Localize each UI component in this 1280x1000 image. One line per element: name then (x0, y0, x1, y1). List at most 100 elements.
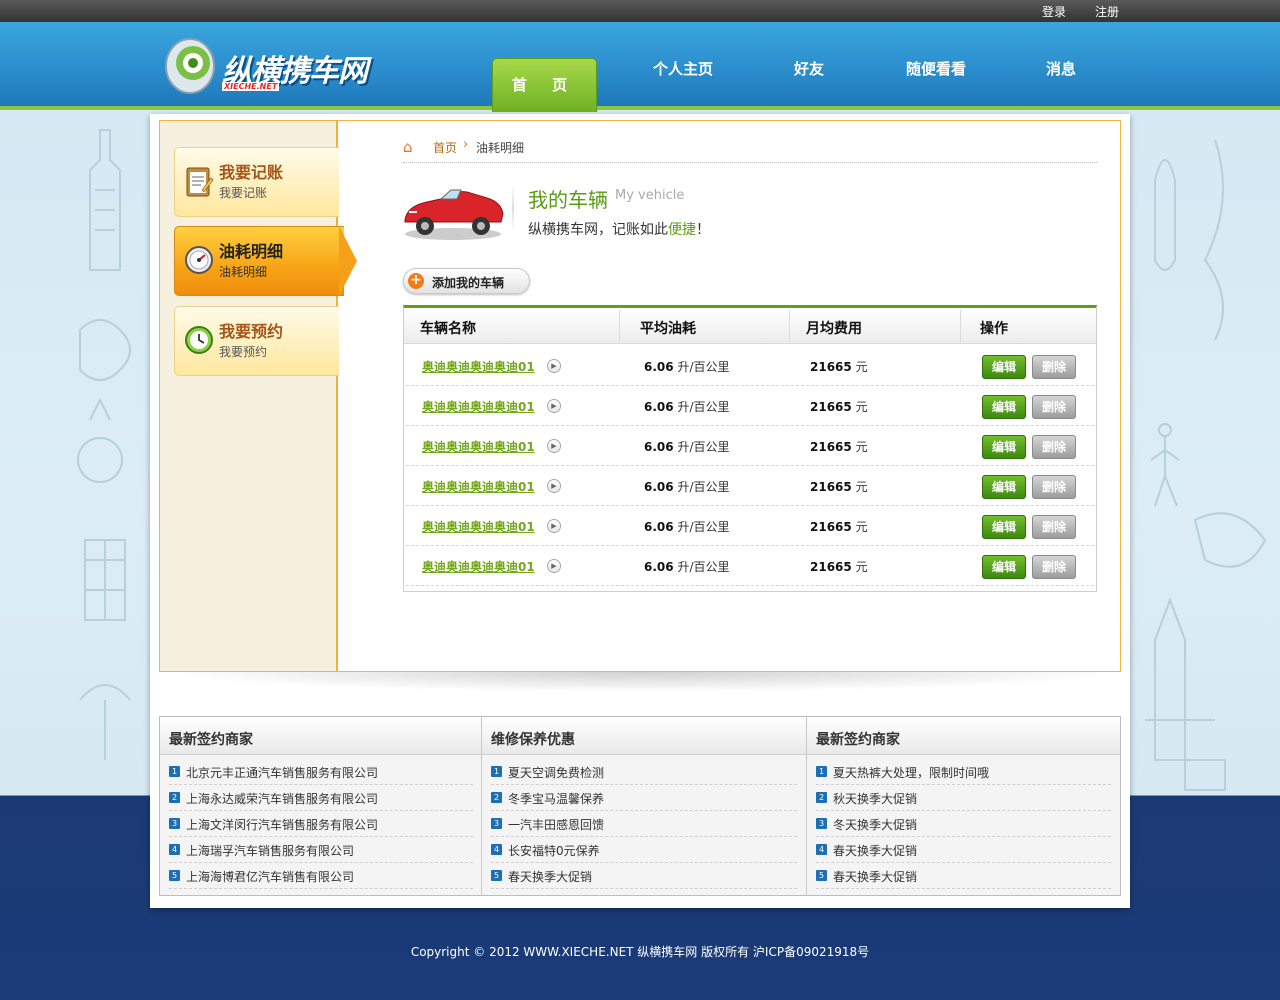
list-number-badge: 2 (491, 792, 502, 803)
avg-fuel-value: 6.06 (644, 400, 674, 414)
list-item-text: 夏天热裤大处理，限制时间哦 (833, 766, 990, 780)
breadcrumb-home-link[interactable]: 首页 (433, 139, 457, 156)
avg-fuel-unit: 升/百公里 (677, 440, 730, 454)
vehicle-name-link[interactable]: 奥迪奥迪奥迪奥迪01 (422, 518, 535, 535)
list-item-text: 冬季宝马温馨保养 (508, 792, 605, 806)
table-header: 车辆名称 平均油耗 月均费用 操作 (404, 308, 1096, 344)
list-item[interactable]: 1 夏天热裤大处理，限制时间哦 (816, 759, 1111, 785)
list-item-text: 长安福特0元保养 (508, 844, 600, 858)
logo-swirl-icon (165, 38, 215, 94)
list-item[interactable]: 3 上海文洋闵行汽车销售服务有限公司 (169, 811, 473, 837)
list-item[interactable]: 5 春天换季大促销 (491, 863, 797, 889)
sidebar-item-fuel-detail[interactable]: 油耗明细 油耗明细 (174, 226, 344, 296)
list-item-text: 春天换季大促销 (508, 870, 593, 884)
panel-header: 最新签约商家 (160, 717, 482, 755)
avg-fuel-value: 6.06 (644, 440, 674, 454)
list-item-text: 上海文洋闵行汽车销售服务有限公司 (186, 818, 379, 832)
list-item[interactable]: 5 春天换季大促销 (816, 863, 1111, 889)
table-row: 奥迪奥迪奥迪奥迪01 ▶ 6.06 升/百公里 21665 元 编辑 删除 (406, 466, 1094, 506)
column-divider (619, 310, 620, 342)
list-item[interactable]: 4 上海瑞孚汽车销售服务有限公司 (169, 837, 473, 863)
delete-button[interactable]: 删除 (1032, 515, 1076, 539)
vehicle-name-link[interactable]: 奥迪奥迪奥迪奥迪01 (422, 438, 535, 455)
arrow-right-icon[interactable]: ▶ (547, 559, 561, 573)
delete-button[interactable]: 删除 (1032, 555, 1076, 579)
delete-button[interactable]: 删除 (1032, 435, 1076, 459)
monthly-cost-value: 21665 (810, 520, 852, 534)
panel-title: 维修保养优惠 (491, 732, 575, 748)
vehicle-name-link[interactable]: 奥迪奥迪奥迪奥迪01 (422, 478, 535, 495)
sidebar-item-appointment[interactable]: 我要预约 我要预约 (174, 306, 339, 376)
nav-friends[interactable]: 好友 (780, 58, 838, 79)
bottom-panels: 最新签约商家 1 北京元丰正通汽车销售服务有限公司 2 上海永达威荣汽车销售服务有限公… (159, 716, 1121, 896)
avg-fuel: 6.06 升/百公里 (644, 518, 729, 535)
monthly-cost-unit: 元 (855, 440, 868, 454)
vehicle-table: 车辆名称 平均油耗 月均费用 操作 奥迪奥迪奥迪奥迪01 ▶ 6.06 升/百公里 2… (403, 305, 1097, 592)
vehicle-name-link[interactable]: 奥迪奥迪奥迪奥迪01 (422, 558, 535, 575)
edit-button[interactable]: 编辑 (982, 355, 1026, 379)
edit-button[interactable]: 编辑 (982, 395, 1026, 419)
nav-messages[interactable]: 消息 (1032, 58, 1090, 79)
list-number-badge: 2 (816, 792, 827, 803)
clock-icon (185, 326, 213, 354)
list-item-text: 秋天换季大促销 (833, 792, 918, 806)
avg-fuel-unit: 升/百公里 (677, 480, 730, 494)
edit-button[interactable]: 编辑 (982, 435, 1026, 459)
list-item-text: 一汽丰田感恩回馈 (508, 818, 605, 832)
avg-fuel: 6.06 升/百公里 (644, 438, 729, 455)
sidebar-item-bookkeeping[interactable]: 我要记账 我要记账 (174, 147, 339, 217)
list-number-badge: 3 (816, 818, 827, 829)
edit-button[interactable]: 编辑 (982, 515, 1026, 539)
monthly-cost: 21665 元 (810, 398, 868, 415)
nav-profile[interactable]: 个人主页 (640, 58, 726, 79)
arrow-right-icon[interactable]: ▶ (547, 359, 561, 373)
page-subtitle: My vehicle (615, 188, 685, 203)
arrow-right-icon[interactable]: ▶ (547, 519, 561, 533)
edit-button[interactable]: 编辑 (982, 555, 1026, 579)
avg-fuel-value: 6.06 (644, 360, 674, 374)
table-row: 奥迪奥迪奥迪奥迪01 ▶ 6.06 升/百公里 21665 元 编辑 删除 (406, 426, 1094, 466)
logo-domain: XIECHE.NET (222, 82, 280, 91)
logo[interactable]: 纵横携车网 XIECHE.NET (162, 30, 392, 100)
list-item[interactable]: 4 长安福特0元保养 (491, 837, 797, 863)
monthly-cost-value: 21665 (810, 560, 852, 574)
avg-fuel: 6.06 升/百公里 (644, 558, 729, 575)
register-link[interactable]: 注册 (1095, 3, 1119, 20)
list-item[interactable]: 3 冬天换季大促销 (816, 811, 1111, 837)
delete-button[interactable]: 删除 (1032, 355, 1076, 379)
table-row: 奥迪奥迪奥迪奥迪01 ▶ 6.06 升/百公里 21665 元 编辑 删除 (406, 346, 1094, 386)
slogan-highlight: 便捷 (668, 222, 696, 238)
list-item[interactable]: 5 上海海博君亿汽车销售有限公司 (169, 863, 473, 889)
list-number-badge: 2 (169, 792, 180, 803)
list-item[interactable]: 2 上海永达威荣汽车销售服务有限公司 (169, 785, 473, 811)
arrow-right-icon[interactable]: ▶ (547, 439, 561, 453)
monthly-cost-unit: 元 (855, 360, 868, 374)
monthly-cost-unit: 元 (855, 560, 868, 574)
delete-button[interactable]: 删除 (1032, 475, 1076, 499)
monthly-cost: 21665 元 (810, 558, 868, 575)
list-item[interactable]: 4 春天换季大促销 (816, 837, 1111, 863)
list-item[interactable]: 2 秋天换季大促销 (816, 785, 1111, 811)
nav-home[interactable]: 首 页 (492, 58, 597, 112)
list-item[interactable]: 3 一汽丰田感恩回馈 (491, 811, 797, 837)
avg-fuel-value: 6.06 (644, 480, 674, 494)
add-vehicle-label: 添加我的车辆 (432, 276, 505, 290)
vehicle-name-link[interactable]: 奥迪奥迪奥迪奥迪01 (422, 358, 535, 375)
list-item-text: 夏天空调免费检测 (508, 766, 605, 780)
vehicle-name-link[interactable]: 奥迪奥迪奥迪奥迪01 (422, 398, 535, 415)
edit-button[interactable]: 编辑 (982, 475, 1026, 499)
login-link[interactable]: 登录 (1042, 3, 1066, 20)
arrow-right-icon[interactable]: ▶ (547, 479, 561, 493)
nav-browse[interactable]: 随便看看 (893, 58, 979, 79)
arrow-right-icon[interactable]: ▶ (547, 399, 561, 413)
breadcrumb: ⌂ 首页 › 油耗明细 (403, 137, 1097, 163)
delete-button[interactable]: 删除 (1032, 395, 1076, 419)
list-item[interactable]: 2 冬季宝马温馨保养 (491, 785, 797, 811)
page-title: 我的车辆 (528, 188, 608, 212)
list-item[interactable]: 1 夏天空调免费检测 (491, 759, 797, 785)
avg-fuel-unit: 升/百公里 (677, 560, 730, 574)
chevron-right-icon: › (463, 137, 469, 152)
avg-fuel: 6.06 升/百公里 (644, 398, 729, 415)
list-item[interactable]: 1 北京元丰正通汽车销售服务有限公司 (169, 759, 473, 785)
add-vehicle-button[interactable]: + 添加我的车辆 (403, 268, 530, 294)
